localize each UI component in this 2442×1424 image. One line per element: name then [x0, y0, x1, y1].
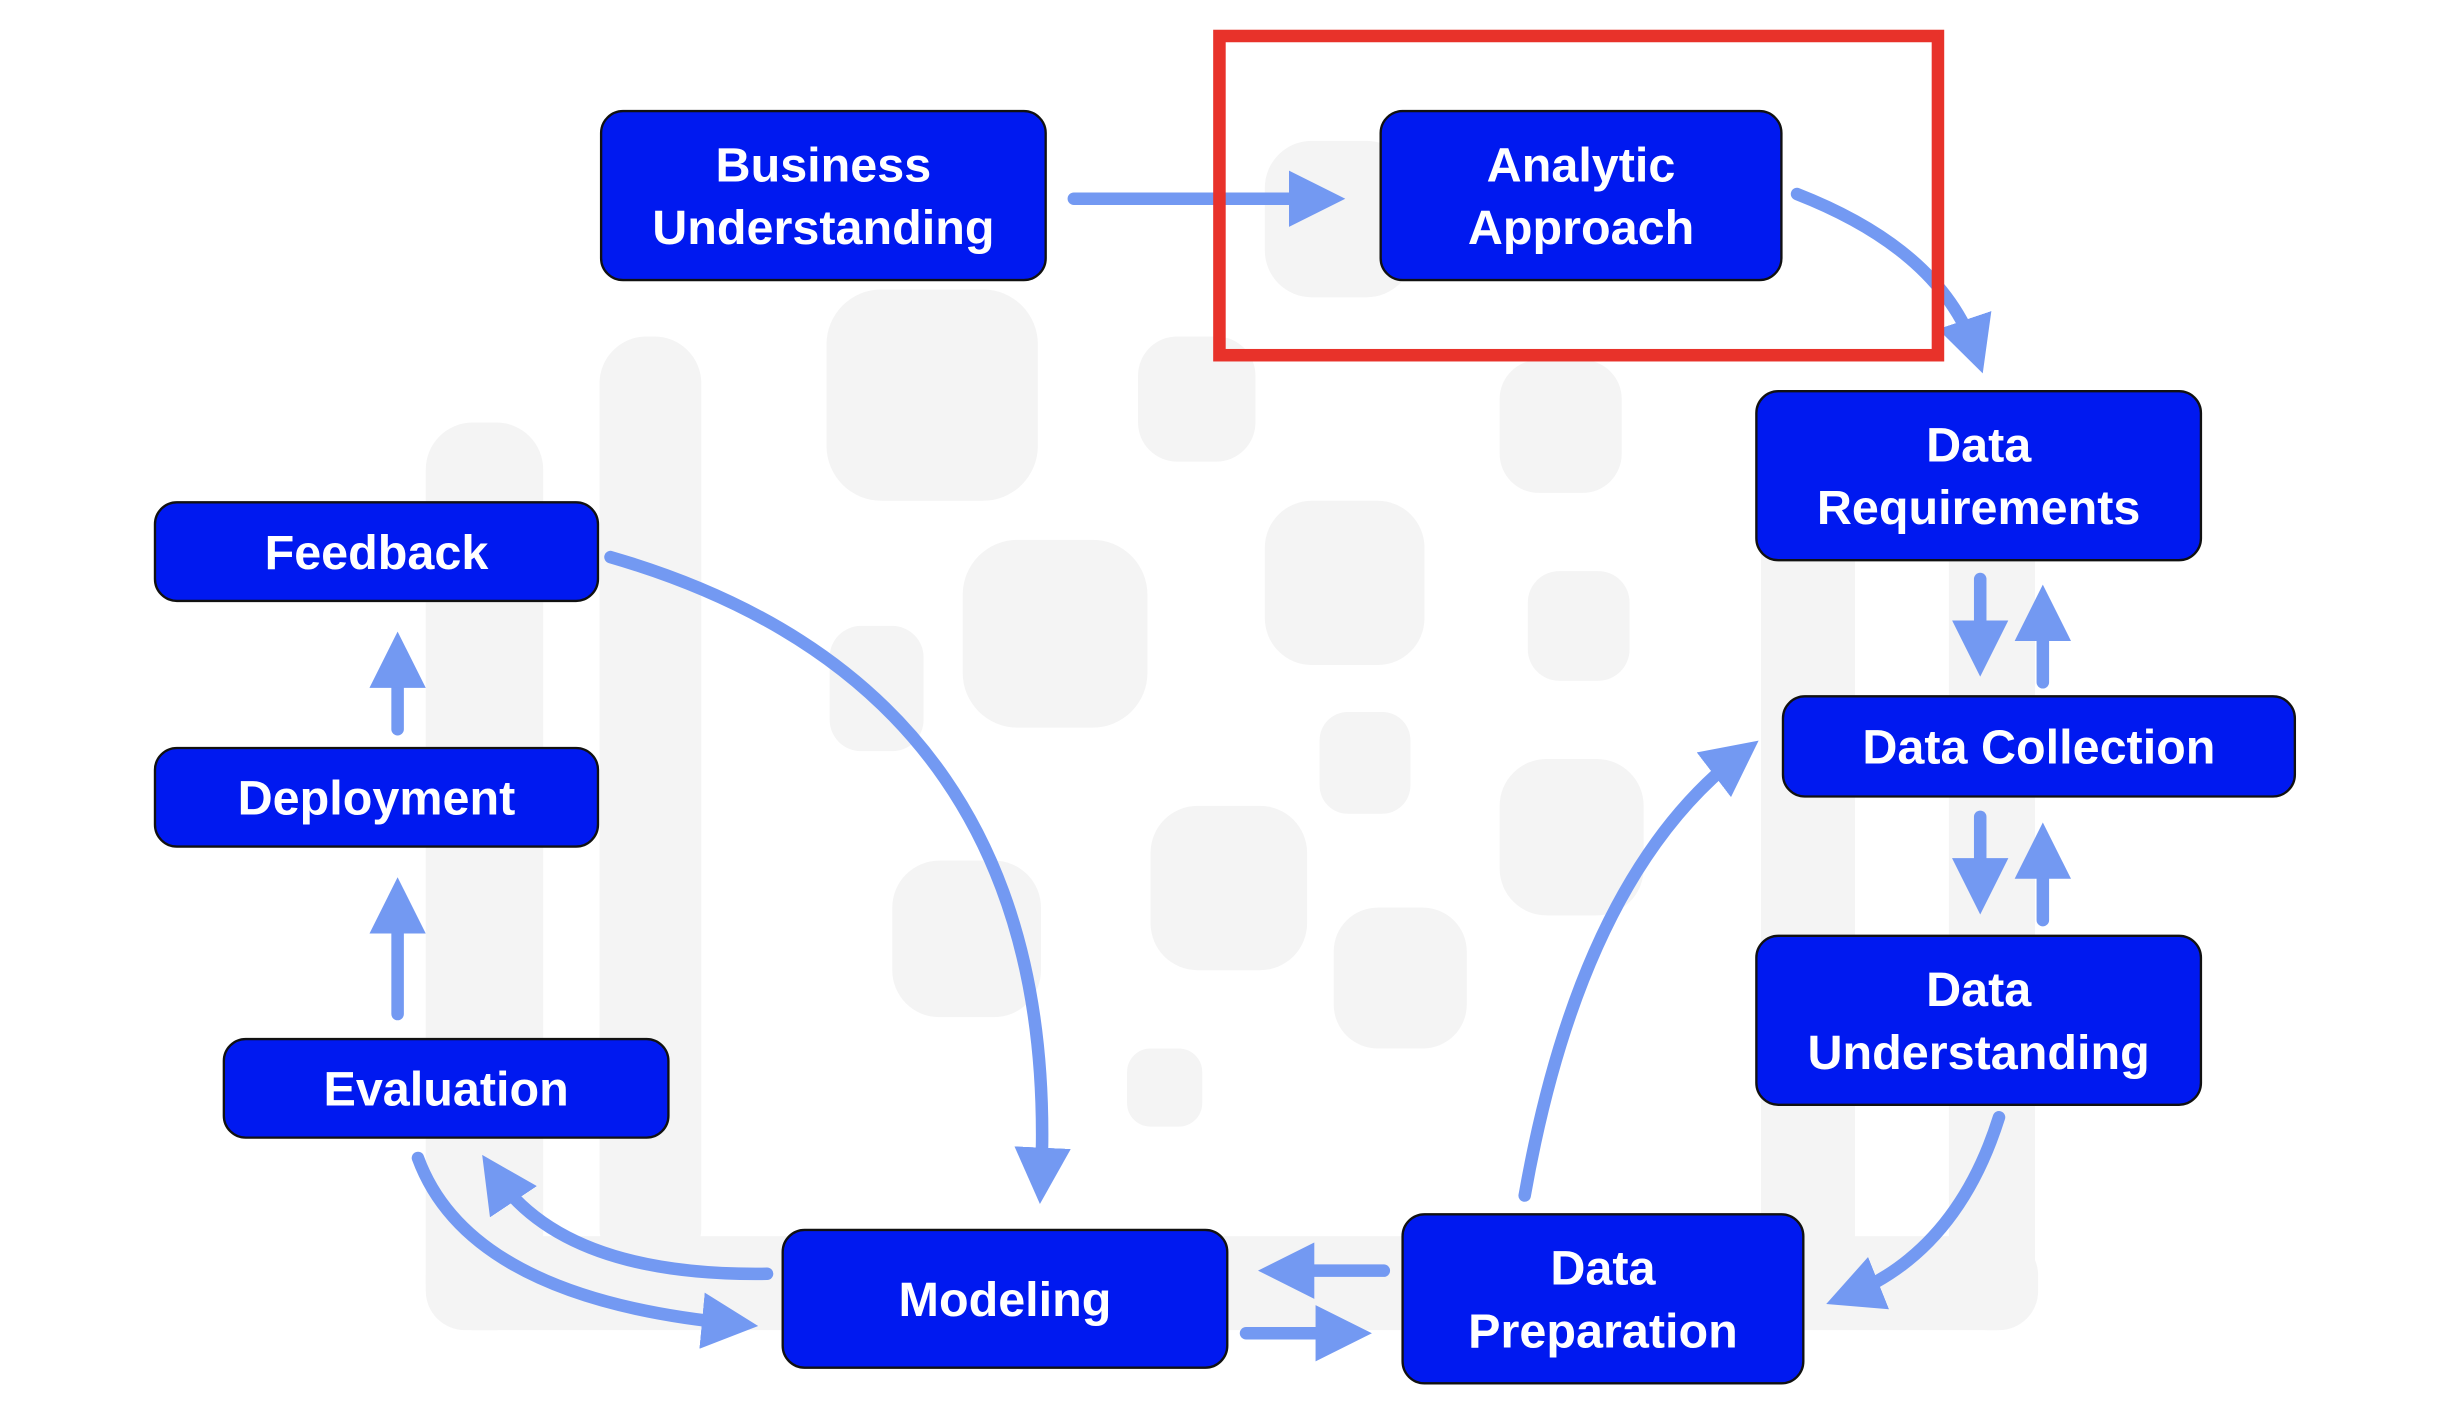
node-label: Feedback — [265, 526, 490, 580]
node-label: Data Collection — [1862, 721, 2215, 775]
node-evaluation: Evaluation — [222, 1037, 670, 1139]
node-label: Data — [1926, 963, 2032, 1017]
node-feedback: Feedback — [153, 501, 600, 603]
node-label: Business — [716, 139, 932, 193]
node-data-requirements: Data Requirements — [1755, 390, 2203, 562]
node-label: Understanding — [1808, 1026, 2150, 1080]
node-label: Evaluation — [323, 1063, 568, 1117]
node-business-understanding: Business Understanding — [599, 109, 1047, 282]
node-data-collection: Data Collection — [1781, 695, 2297, 798]
node-deployment: Deployment — [153, 746, 600, 848]
node-modeling: Modeling — [781, 1228, 1229, 1369]
node-label: Analytic — [1487, 139, 1676, 193]
node-data-understanding: Data Understanding — [1755, 934, 2203, 1106]
node-data-preparation: Data Preparation — [1401, 1213, 1805, 1385]
node-label: Deployment — [238, 772, 516, 826]
arrow-analytic-to-requirements — [1790, 187, 1992, 374]
methodology-diagram: Business Understanding Analytic Approach Dat… — [153, 29, 2297, 1385]
node-analytic-approach: Analytic Approach — [1379, 109, 1783, 282]
node-label: Understanding — [652, 201, 994, 255]
node-label: Data — [1926, 419, 2032, 473]
node-label: Requirements — [1817, 481, 2140, 535]
node-label: Preparation — [1468, 1304, 1738, 1358]
node-label: Data — [1550, 1242, 1656, 1296]
node-label: Modeling — [899, 1273, 1112, 1327]
node-label: Approach — [1468, 201, 1694, 255]
